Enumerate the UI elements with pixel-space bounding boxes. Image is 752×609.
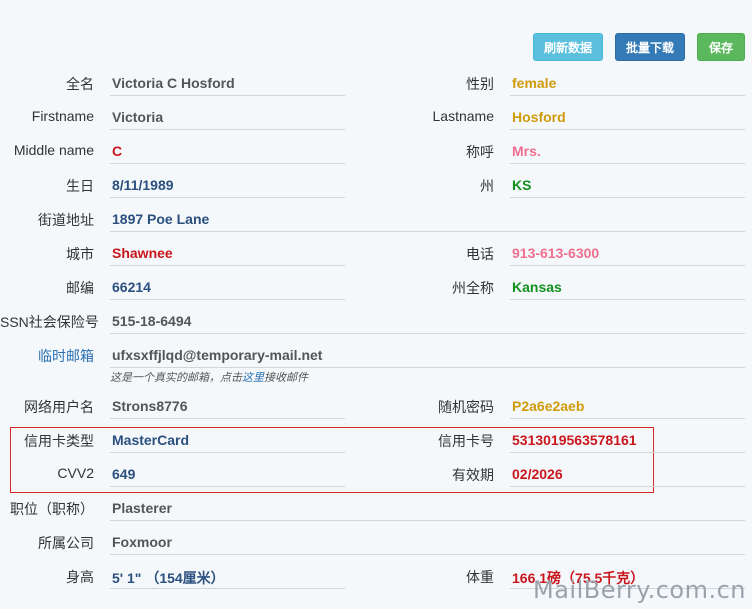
- street-underline: [110, 231, 745, 232]
- gender-value: female: [512, 75, 557, 91]
- temp-email-underline: [110, 367, 745, 368]
- password-label: 随机密码: [438, 399, 494, 415]
- email-receive-link[interactable]: 这里: [242, 372, 264, 384]
- expiry-value: 02/2026: [512, 466, 563, 482]
- state-full-underline: [510, 299, 745, 300]
- fullname-underline: [110, 95, 345, 96]
- watermark: MailBerry.com.cn: [533, 576, 746, 604]
- lastname-value: Hosford: [512, 109, 566, 125]
- ssn-label: SSN社会保险号: [0, 314, 99, 330]
- title-label: 称呼: [466, 144, 494, 160]
- weight-label: 体重: [466, 569, 494, 585]
- save-button[interactable]: 保存: [697, 33, 745, 61]
- batch-download-button[interactable]: 批量下载: [615, 33, 685, 61]
- refresh-data-button[interactable]: 刷新数据: [533, 33, 603, 61]
- state-value: KS: [512, 177, 532, 193]
- card-number-underline: [510, 452, 745, 453]
- job-underline: [110, 520, 745, 521]
- temp-email-value: ufxsxffjlqd@temporary-mail.net: [112, 347, 323, 363]
- temp-email-link[interactable]: 临时邮箱: [0, 346, 94, 366]
- gender-underline: [510, 95, 745, 96]
- job-value: Plasterer: [112, 500, 172, 516]
- username-underline: [110, 418, 345, 419]
- card-type-underline: [110, 452, 345, 453]
- title-value: Mrs.: [512, 143, 541, 159]
- cvv2-underline: [110, 486, 345, 487]
- state-full-value: Kansas: [512, 279, 562, 295]
- password-underline: [510, 418, 745, 419]
- gender-label: 性别: [466, 76, 494, 92]
- firstname-underline: [110, 129, 345, 130]
- password-value: P2a6e2aeb: [512, 398, 585, 414]
- city-underline: [110, 265, 345, 266]
- company-underline: [110, 554, 745, 555]
- company-label: 所属公司: [38, 535, 94, 551]
- company-value: Foxmoor: [112, 534, 172, 550]
- email-note-text-before: 这是一个真实的邮箱，点击: [110, 372, 242, 384]
- phone-value: 913-613-6300: [512, 245, 600, 261]
- phone-label: 电话: [466, 246, 494, 262]
- title-underline: [510, 163, 745, 164]
- email-note-text-after: 接收邮件: [264, 372, 308, 384]
- state-full-label: 州全称: [452, 280, 494, 296]
- job-label: 职位（职称）: [10, 501, 94, 517]
- middlename-underline: [110, 163, 345, 164]
- card-number-value: 5313019563578161: [512, 432, 637, 448]
- lastname-underline: [510, 129, 745, 130]
- lastname-label: Lastname: [432, 108, 494, 124]
- ssn-underline: [110, 333, 745, 334]
- street-value: 1897 Poe Lane: [112, 211, 210, 227]
- height-underline: [110, 588, 345, 589]
- birthday-underline: [110, 197, 345, 198]
- email-note: 这是一个真实的邮箱，点击这里接收邮件: [110, 369, 308, 385]
- card-number-label: 信用卡号: [438, 433, 494, 449]
- phone-underline: [510, 265, 745, 266]
- expiry-underline: [510, 486, 745, 487]
- state-underline: [510, 197, 745, 198]
- zip-underline: [110, 299, 345, 300]
- expiry-label: 有效期: [452, 467, 494, 483]
- state-label: 州: [480, 178, 494, 194]
- street-label: 街道地址: [38, 212, 94, 228]
- ssn-value: 515-18-6494: [112, 313, 192, 329]
